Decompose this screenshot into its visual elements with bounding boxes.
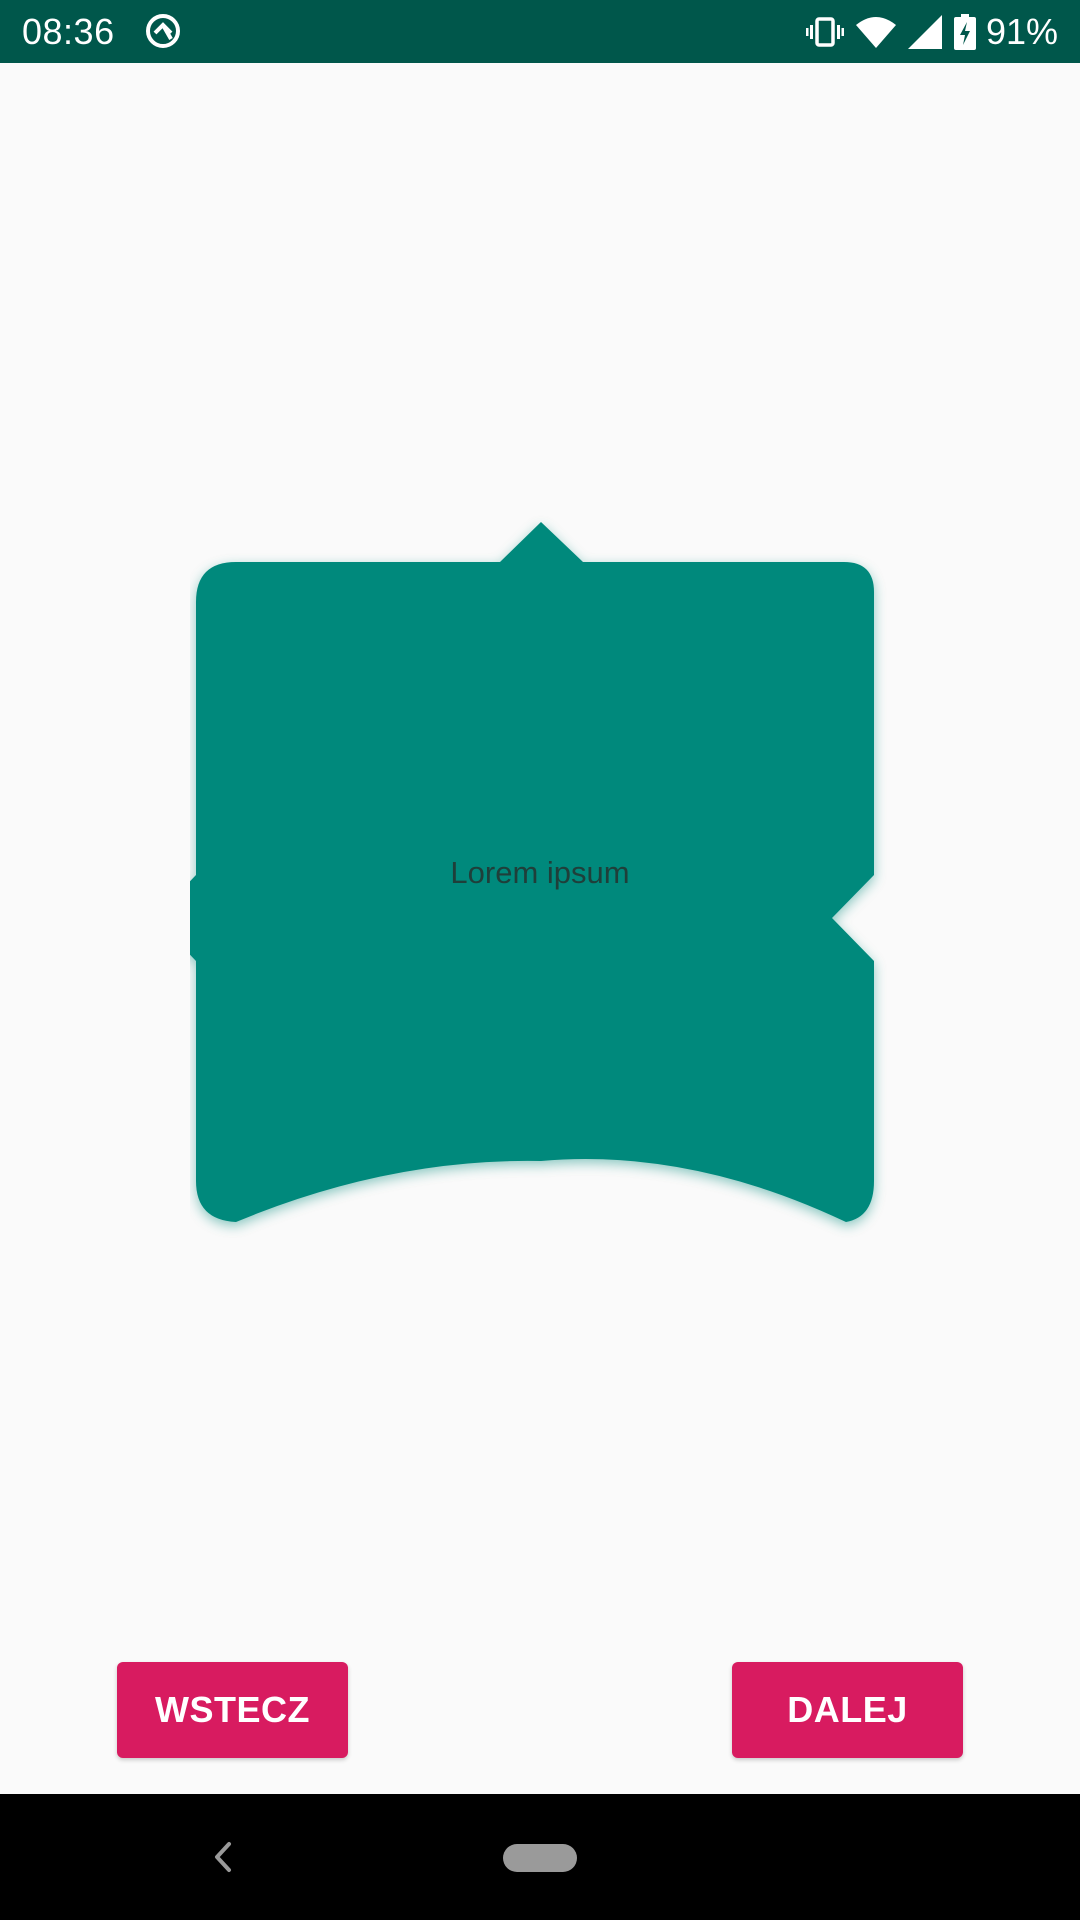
wifi-icon [855,13,896,51]
home-pill-icon[interactable] [503,1844,577,1872]
main-content: Lorem ipsum [0,63,1080,1794]
status-icons: 91% [794,10,1058,53]
next-button[interactable]: DALEJ [732,1662,963,1758]
status-bar: 08:36 91% [0,0,1080,63]
lorem-shape-card: Lorem ipsum [190,503,890,1243]
cell-signal-icon [907,13,942,51]
back-icon[interactable] [205,1834,239,1880]
battery-percentage: 91% [985,11,1058,52]
shape-label: Lorem ipsum [450,855,630,890]
navigation-bar [0,1794,1080,1920]
status-time: 08:36 [22,11,115,52]
back-button[interactable]: WSTECZ [117,1662,348,1758]
app-notification-icon [144,12,182,50]
vibrate-icon [805,13,844,51]
battery-charging-icon [953,13,976,51]
